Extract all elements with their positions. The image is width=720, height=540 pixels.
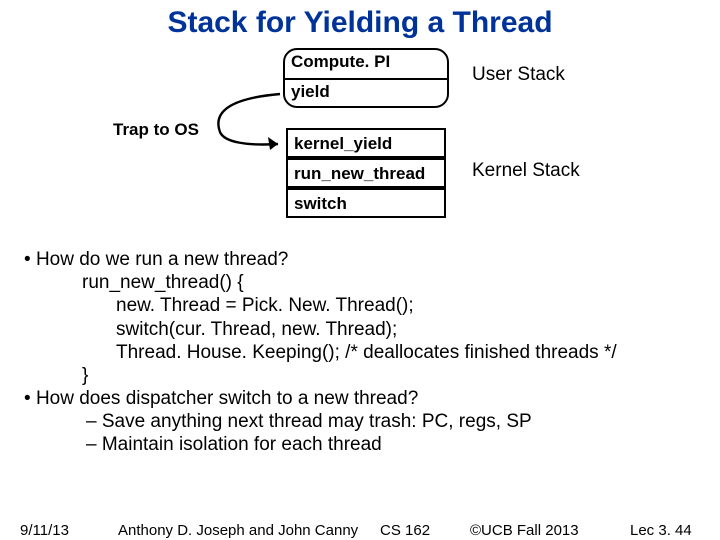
stack-cell-yield: yield	[285, 78, 447, 106]
trap-arrow-icon	[206, 92, 290, 150]
footer-authors: Anthony D. Joseph and John Canny	[118, 522, 358, 539]
bullet-2-text: How does dispatcher switch to a new thre…	[36, 388, 418, 409]
footer-date: 9/11/13	[20, 522, 69, 539]
code-line-3: switch(cur. Thread, new. Thread);	[24, 318, 700, 341]
stack-cell-run-new-thread: run_new_thread	[286, 158, 446, 188]
footer-page: Lec 3. 44	[630, 522, 692, 539]
code-line-1: run_new_thread() {	[24, 271, 700, 294]
stack-cell-kernel-yield: kernel_yield	[286, 128, 446, 158]
bullet-2: • How does dispatcher switch to a new th…	[24, 387, 700, 410]
code-line-5: }	[24, 364, 700, 387]
sub-bullet-1: – Save anything next thread may trash: P…	[24, 410, 700, 433]
footer-course: CS 162	[380, 522, 430, 539]
sub-bullet-2: – Maintain isolation for each thread	[24, 433, 700, 456]
code-line-2: new. Thread = Pick. New. Thread();	[24, 294, 700, 317]
bullet-1-text: How do we run a new thread?	[36, 249, 288, 270]
bullet-1: • How do we run a new thread?	[24, 248, 700, 271]
stack-diagram: Compute. PI yield User Stack kernel_yiel…	[0, 40, 720, 248]
slide-title: Stack for Yielding a Thread	[0, 0, 720, 40]
kernel-stack-label: Kernel Stack	[472, 160, 580, 182]
slide-body: • How do we run a new thread? run_new_th…	[0, 248, 720, 457]
footer-copyright: ©UCB Fall 2013	[470, 522, 579, 539]
stack-cell-switch: switch	[286, 188, 446, 218]
code-line-4: Thread. House. Keeping(); /* deallocates…	[24, 341, 700, 364]
stack-cell-computepi: Compute. PI	[285, 50, 447, 78]
user-stack-label: User Stack	[472, 64, 565, 86]
trap-label: Trap to OS	[113, 120, 199, 140]
user-stack-pill: Compute. PI yield	[283, 48, 449, 108]
